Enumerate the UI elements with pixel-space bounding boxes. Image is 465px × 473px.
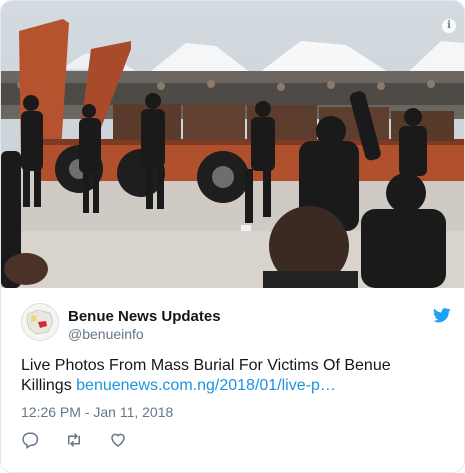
tweet-link[interactable]: benuenews.com.ng/2018/01/live-p…: [76, 377, 336, 394]
tweet-author[interactable]: Benue News Updates @benueinfo: [21, 302, 451, 344]
retweet-icon[interactable]: [65, 431, 83, 449]
tweet-text: Live Photos From Mass Burial For Victims…: [21, 356, 441, 396]
tweet-timestamp[interactable]: 12:26 PM - Jan 11, 2018: [21, 404, 173, 420]
twitter-bird-icon[interactable]: [433, 308, 451, 323]
reply-icon[interactable]: [21, 431, 39, 449]
tweet-actions: [21, 431, 221, 451]
tweet-embed-card: i Benue News Updates @benueinfo Live Pho…: [0, 0, 465, 473]
benue-map-avatar-icon: [22, 304, 58, 340]
avatar[interactable]: [21, 303, 59, 341]
like-icon[interactable]: [109, 431, 127, 449]
tweet-photo[interactable]: [1, 1, 464, 288]
info-icon[interactable]: i: [442, 19, 456, 33]
author-handle[interactable]: @benueinfo: [68, 326, 144, 342]
author-name[interactable]: Benue News Updates: [68, 308, 221, 325]
